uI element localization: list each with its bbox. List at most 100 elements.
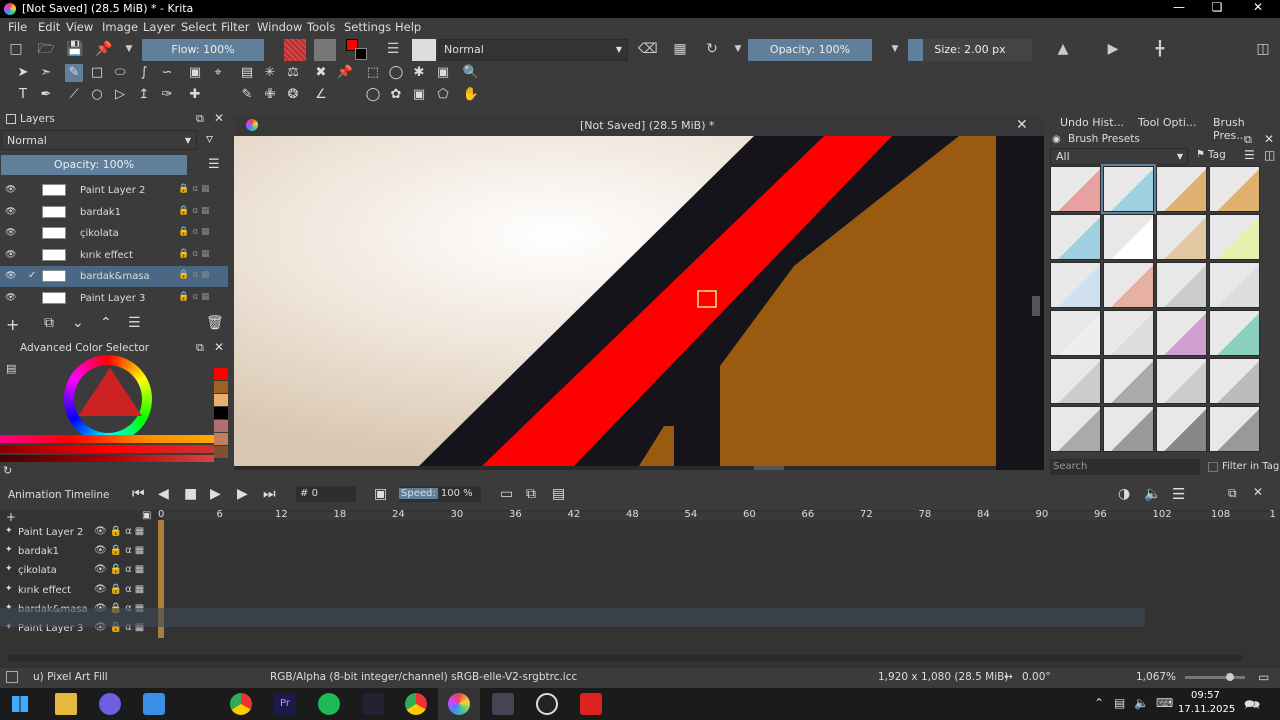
volume-icon[interactable]: 🔈 [1134, 696, 1149, 710]
ellipse-icon[interactable]: ⬭ [111, 64, 129, 82]
zoom-slider-handle[interactable] [1226, 673, 1234, 681]
brush-preset-thumbnail[interactable] [1050, 262, 1101, 308]
transform-icon[interactable]: ▣ [186, 64, 204, 82]
brush-preset-thumbnail[interactable] [1103, 406, 1154, 452]
open-folder-icon[interactable]: 🗁 [37, 40, 55, 58]
menu-file[interactable]: File [8, 20, 27, 34]
smart-patch-icon[interactable]: ✙ [261, 86, 279, 104]
brush-preset-thumbnail[interactable] [1103, 214, 1154, 260]
freehand-path-icon[interactable]: ∽ [158, 64, 176, 82]
pan-icon[interactable]: ✋ [462, 86, 480, 104]
brush-preset-thumbnail[interactable] [1209, 406, 1260, 452]
bezier-icon[interactable]: ∫ [135, 64, 153, 82]
edit-shapes-icon[interactable]: ➣ [37, 64, 55, 82]
brush-preset-thumbnail[interactable] [1050, 406, 1101, 452]
visibility-eye-icon[interactable]: 👁 [5, 271, 16, 281]
canvas-tab[interactable]: [Not Saved] (28.5 MiB) * ✕ [234, 116, 1044, 136]
timeline-layer-row[interactable]: ✦ Paint Layer 2 👁🔒α▦ [0, 523, 160, 542]
brush-preset-thumbnail[interactable] [1156, 166, 1207, 212]
size-slider[interactable]: Size: 2.00 px [908, 39, 1032, 61]
visibility-eye-icon[interactable]: 👁 [5, 293, 16, 303]
last-frame-icon[interactable]: ⏭ [263, 486, 276, 502]
freehand-brush-icon[interactable]: ✎ [65, 64, 83, 82]
ellipse-select-icon[interactable]: ◯ [387, 64, 405, 82]
close-panel-icon[interactable]: ✕ [214, 340, 224, 354]
tab-tool-options[interactable]: Tool Opti... [1138, 116, 1196, 129]
panels-icon[interactable]: ◫ [1254, 40, 1272, 58]
duplicate-layer-icon[interactable]: ⧉ [44, 315, 54, 331]
tab-undo-history[interactable]: Undo Hist... [1060, 116, 1124, 129]
spotify-icon[interactable] [318, 693, 340, 715]
color-history-swatch[interactable] [214, 394, 228, 406]
similar-select-icon[interactable]: ▣ [434, 64, 452, 82]
chevron-down-icon[interactable]: ▼ [886, 40, 904, 58]
maximize-icon[interactable]: ❏ [1202, 0, 1232, 18]
magic-wand-icon[interactable]: ✱ [410, 64, 428, 82]
move-up-icon[interactable]: ⌃ [100, 315, 112, 331]
close-document-icon[interactable]: ✕ [1016, 117, 1028, 133]
hue-bar[interactable] [0, 435, 214, 443]
chrome-icon[interactable] [230, 693, 252, 715]
multibrush-icon[interactable]: ✳ [261, 64, 279, 82]
windows-start-icon[interactable] [12, 696, 28, 712]
brush-preset-thumbnail[interactable] [1103, 262, 1154, 308]
brush-preset-thumbnail[interactable] [1156, 406, 1207, 452]
prev-frame-icon[interactable]: ◀ [158, 486, 169, 502]
timeline-scrollbar[interactable] [8, 655, 1242, 661]
tray-chevron-icon[interactable]: ⌃ [1094, 696, 1104, 710]
polygon-select-icon[interactable]: ⬠ [434, 86, 452, 104]
canvas[interactable] [234, 136, 1044, 470]
discord-icon[interactable] [99, 693, 121, 715]
color-history-swatch[interactable] [214, 420, 228, 432]
zoom-icon[interactable]: 🔍 [462, 64, 480, 82]
pattern-swatch[interactable] [314, 39, 336, 61]
menu-tools[interactable]: Tools [307, 20, 335, 34]
color-profile[interactable]: RGB/Alpha (8-bit integer/channel) sRGB-e… [270, 671, 577, 683]
layer-lock-icons[interactable]: 🔒α▦ [178, 206, 213, 216]
background-color[interactable] [355, 48, 367, 60]
menu-edit[interactable]: Edit [38, 20, 60, 34]
clock-date[interactable]: 17.11.2025 [1178, 704, 1235, 715]
view-mode-icon[interactable]: ▭ [1258, 670, 1269, 684]
bezier-select-icon[interactable]: ✿ [387, 86, 405, 104]
refresh-icon[interactable]: ↻ [3, 464, 12, 477]
layer-row[interactable]: 👁 kırık effect 🔒α▦ [0, 245, 228, 266]
layer-settings-icon[interactable]: ▣ [142, 510, 151, 521]
measure-icon[interactable]: ∠ [312, 86, 330, 104]
gradient-swatch[interactable] [284, 39, 306, 61]
stop-icon[interactable]: ■ [184, 486, 197, 502]
layer-opacity-slider[interactable]: Opacity: 100% [1, 155, 187, 175]
close-panel-icon[interactable]: ✕ [1264, 132, 1274, 146]
line-icon[interactable]: ⟋ [65, 86, 83, 104]
brush-preset-thumbnail[interactable] [1209, 310, 1260, 356]
timeline-layer-icons[interactable]: 👁🔒α▦ [94, 584, 147, 595]
next-frame-icon[interactable]: ▶ [237, 486, 248, 502]
timeline-layer-icons[interactable]: 👁🔒α▦ [94, 545, 147, 556]
brush-preset-thumbnail[interactable] [1209, 358, 1260, 404]
filter-in-tag-checkbox[interactable] [1208, 462, 1218, 472]
menu-settings[interactable]: Settings [344, 20, 391, 34]
timeline-layer-row[interactable]: ✦ çikolata 👁🔒α▦ [0, 561, 160, 580]
obs-icon[interactable] [536, 693, 558, 715]
brush-preset-thumbnail[interactable] [1101, 164, 1156, 214]
wrap-around-icon[interactable]: ╋ [1151, 40, 1169, 58]
layer-row[interactable]: 👁 ✓ bardak&masa 🔒α▦ [0, 266, 228, 287]
brush-preset-thumbnail[interactable] [1050, 358, 1101, 404]
layer-lock-icons[interactable]: 🔒α▦ [178, 249, 213, 259]
zoom-slider[interactable] [1185, 676, 1245, 679]
move-down-icon[interactable]: ⌄ [72, 315, 84, 331]
chevron-down-icon[interactable]: ▼ [120, 40, 138, 58]
settings-icon[interactable]: ▤ [552, 486, 565, 502]
rotation-value[interactable]: 0.00° [1022, 671, 1051, 683]
file-explorer-icon[interactable] [55, 693, 77, 715]
fit-icon[interactable]: ▣ [374, 486, 387, 502]
tag-icon[interactable]: ⚑ [1196, 149, 1205, 160]
color-history-swatch[interactable] [214, 381, 228, 393]
audio-wave-icon[interactable]: ◑ [1118, 486, 1130, 502]
close-panel-icon[interactable]: ✕ [1253, 485, 1263, 499]
alpha-lock-icon[interactable]: ▦ [671, 40, 689, 58]
brush-preset-thumbnail[interactable] [1050, 310, 1101, 356]
float-panel-icon[interactable]: ⧉ [196, 112, 204, 126]
pin-icon[interactable]: ✦ [5, 545, 13, 555]
visibility-eye-icon[interactable]: 👁 [5, 185, 16, 195]
